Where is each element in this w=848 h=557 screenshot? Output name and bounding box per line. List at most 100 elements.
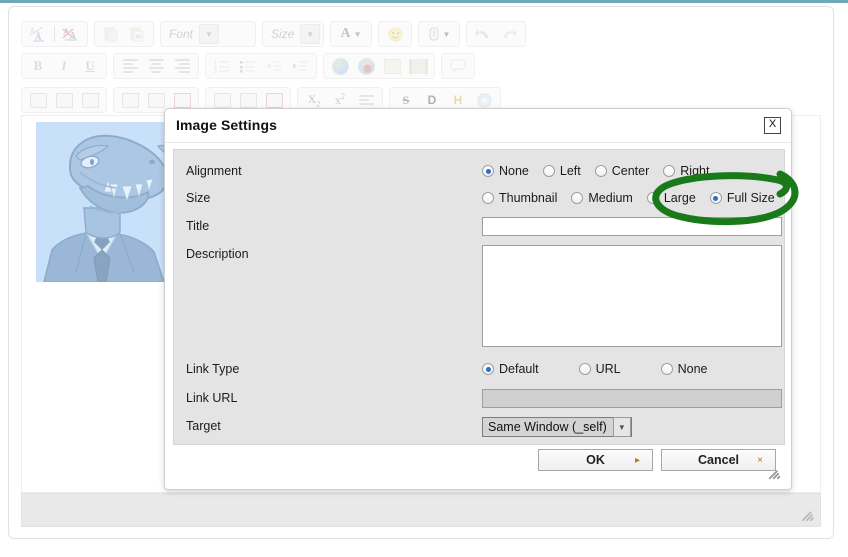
editor-status-bar <box>21 493 821 527</box>
remove-link-icon[interactable] <box>353 54 379 78</box>
ok-button-label: OK <box>586 453 605 467</box>
cancel-button-x-icon: × <box>757 454 763 466</box>
outdent-icon[interactable] <box>261 54 287 78</box>
alignment-label: Alignment <box>186 164 242 178</box>
svg-text:3: 3 <box>214 69 217 73</box>
insert-column-left-icon[interactable] <box>117 88 143 112</box>
radio-dot <box>646 192 659 204</box>
radio-alignment-none[interactable]: None <box>482 164 529 178</box>
underline-icon[interactable]: U <box>77 54 103 78</box>
toolbar-row-1: ⁺ A A A A <box>21 19 526 49</box>
target-select[interactable]: Same Window (_self) ▼ <box>482 417 632 437</box>
title-input[interactable] <box>482 217 782 236</box>
toolbar-group-attachment: ▼ <box>418 21 460 47</box>
cancel-button-label: Cancel <box>698 453 739 467</box>
toolbar-separator <box>54 26 55 42</box>
radio-size-large[interactable]: Large <box>646 191 696 205</box>
font-family-select[interactable]: Font ▼ <box>160 21 256 47</box>
font-size-label: Size <box>271 27 295 41</box>
top-accent-bar <box>0 0 848 3</box>
toolbar-group-basic-format: B I U <box>21 53 107 79</box>
insert-media-icon[interactable] <box>405 54 431 78</box>
description-textarea[interactable] <box>482 245 782 347</box>
content-image[interactable] <box>36 122 178 282</box>
cancel-button[interactable]: Cancel × <box>661 449 776 471</box>
radio-dot <box>594 165 607 177</box>
radio-link-type-url[interactable]: URL <box>578 362 621 376</box>
image-settings-dialog: Image Settings X Alignment None Left Cen… <box>164 108 792 490</box>
toolbar-group-table <box>21 87 107 113</box>
link-type-label: Link Type <box>186 362 240 376</box>
radio-dot <box>571 192 584 204</box>
alignment-radio-group: None Left Center Right <box>482 164 723 178</box>
target-label: Target <box>186 419 221 433</box>
ok-button-arrow-icon: ▸ <box>634 454 640 466</box>
italic-icon[interactable]: I <box>51 54 77 78</box>
ordered-list-icon[interactable]: 1 2 3 <box>209 54 235 78</box>
comment-icon[interactable] <box>445 54 471 78</box>
close-icon[interactable]: X <box>764 117 781 134</box>
size-label: Size <box>186 191 211 205</box>
toolbar-group-emoticon <box>378 21 412 47</box>
radio-alignment-center[interactable]: Center <box>594 164 649 178</box>
toolbar-row-2: B I U 1 2 3 <box>21 51 475 81</box>
font-size-select[interactable]: Size ▼ <box>262 21 324 47</box>
toolbar-group-insert <box>323 53 435 79</box>
description-label: Description <box>186 247 249 261</box>
attachment-icon[interactable]: ▼ <box>422 22 456 46</box>
delete-table-icon[interactable] <box>77 88 103 112</box>
align-right-icon[interactable] <box>169 54 195 78</box>
radio-alignment-left[interactable]: Left <box>542 164 581 178</box>
paste-icon[interactable] <box>98 22 124 46</box>
chevron-down-icon: ▼ <box>300 24 320 44</box>
ok-button[interactable]: OK ▸ <box>538 449 653 471</box>
target-select-wrap: Same Window (_self) ▼ <box>482 417 632 437</box>
link-url-input <box>482 389 782 408</box>
radio-size-thumbnail[interactable]: Thumbnail <box>482 191 557 205</box>
radio-link-type-default[interactable]: Default <box>482 362 539 376</box>
undo-icon[interactable] <box>470 22 496 46</box>
dialog-titlebar[interactable]: Image Settings X <box>165 109 791 143</box>
radio-dot <box>578 363 591 375</box>
redo-icon[interactable] <box>496 22 522 46</box>
link-type-radio-group: Default URL None <box>482 362 722 376</box>
unordered-list-icon[interactable] <box>235 54 261 78</box>
dialog-body: Alignment None Left Center Right Size Th… <box>173 149 785 445</box>
align-center-icon[interactable] <box>143 54 169 78</box>
radio-dot <box>542 165 555 177</box>
editor-resize-grip[interactable] <box>801 508 815 522</box>
svg-text:W: W <box>135 33 142 41</box>
remove-format-icon[interactable]: A A <box>58 22 84 46</box>
insert-link-icon[interactable] <box>327 54 353 78</box>
radio-size-medium[interactable]: Medium <box>571 191 633 205</box>
dialog-resize-grip[interactable] <box>768 467 782 481</box>
spellcheck-icon[interactable]: ⁺ A A <box>25 22 51 46</box>
indent-icon[interactable] <box>287 54 313 78</box>
align-left-icon[interactable] <box>117 54 143 78</box>
radio-alignment-right[interactable]: Right <box>663 164 709 178</box>
radio-link-type-none[interactable]: None <box>660 362 708 376</box>
paste-from-word-icon[interactable]: W <box>124 22 150 46</box>
title-label: Title <box>186 219 210 233</box>
dialog-footer: OK ▸ Cancel × <box>173 449 785 483</box>
description-textarea-wrap <box>482 245 782 352</box>
table-properties-icon[interactable] <box>51 88 77 112</box>
radio-size-full-size[interactable]: Full Size <box>709 191 775 205</box>
toolbar-group-alignment <box>113 53 199 79</box>
emoticon-icon[interactable] <box>382 22 408 46</box>
toolbar-group-paste: W <box>94 21 154 47</box>
text-color-icon[interactable]: A ▼ <box>334 22 368 46</box>
chevron-down-icon: ▼ <box>612 417 631 437</box>
title-input-wrap <box>482 217 782 236</box>
dialog-title: Image Settings <box>176 117 277 133</box>
dinosaur-in-suit-illustration <box>36 122 178 282</box>
radio-dot <box>482 192 494 204</box>
radio-dot <box>709 192 722 204</box>
insert-image-icon[interactable] <box>379 54 405 78</box>
insert-table-icon[interactable] <box>25 88 51 112</box>
size-radio-group: Thumbnail Medium Large Full Size <box>482 191 789 205</box>
bold-icon[interactable]: B <box>25 54 51 78</box>
chevron-down-icon: ▼ <box>199 24 220 44</box>
toolbar-group-history <box>466 21 526 47</box>
toolbar-group-lists: 1 2 3 <box>205 53 317 79</box>
